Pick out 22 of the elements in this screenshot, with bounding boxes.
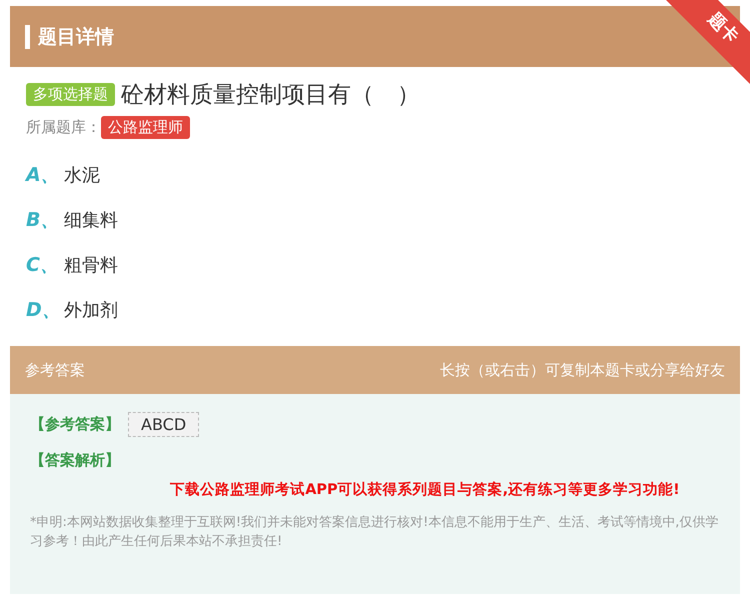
bank-tag[interactable]: 公路监理师 — [101, 116, 190, 139]
question-text: 砼材料质量控制项目有（ ） — [121, 81, 420, 110]
option-text: 细集料 — [64, 209, 118, 232]
disclaimer-text: *申明:本网站数据收集整理于互联网!我们并未能对答案信息进行核对!本信息不能用于生产、生活、考试等情境中,仅供学习参考！由此产生任何后果本站不承担责任! — [30, 514, 720, 551]
analysis-label: 【答案解析】 — [30, 451, 121, 470]
answer-section-title: 参考答案 — [25, 360, 85, 380]
title-marker — [25, 24, 30, 48]
option-text: 粗骨料 — [64, 254, 118, 277]
question-type-tag: 多项选择题 — [26, 83, 115, 106]
option-text: 水泥 — [64, 164, 100, 187]
share-hint: 长按（或右击）可复制本题卡或分享给好友 — [440, 360, 725, 380]
option-letter: D、 — [26, 298, 62, 323]
option-letter: C、 — [26, 253, 60, 278]
section-title: 题目详情 — [38, 24, 114, 50]
answer-value: ABCD — [128, 412, 200, 437]
option-letter: B、 — [26, 208, 60, 233]
bank-label: 所属题库： — [26, 118, 101, 137]
option-letter: A、 — [26, 163, 61, 188]
ribbon-label: 题卡 — [702, 8, 744, 48]
option-text: 外加剂 — [64, 299, 118, 322]
answer-label: 【参考答案】 — [30, 415, 120, 434]
promo-text: 下载公路监理师考试APP可以获得系列题目与答案,还有练习等更多学习功能! — [169, 480, 681, 499]
